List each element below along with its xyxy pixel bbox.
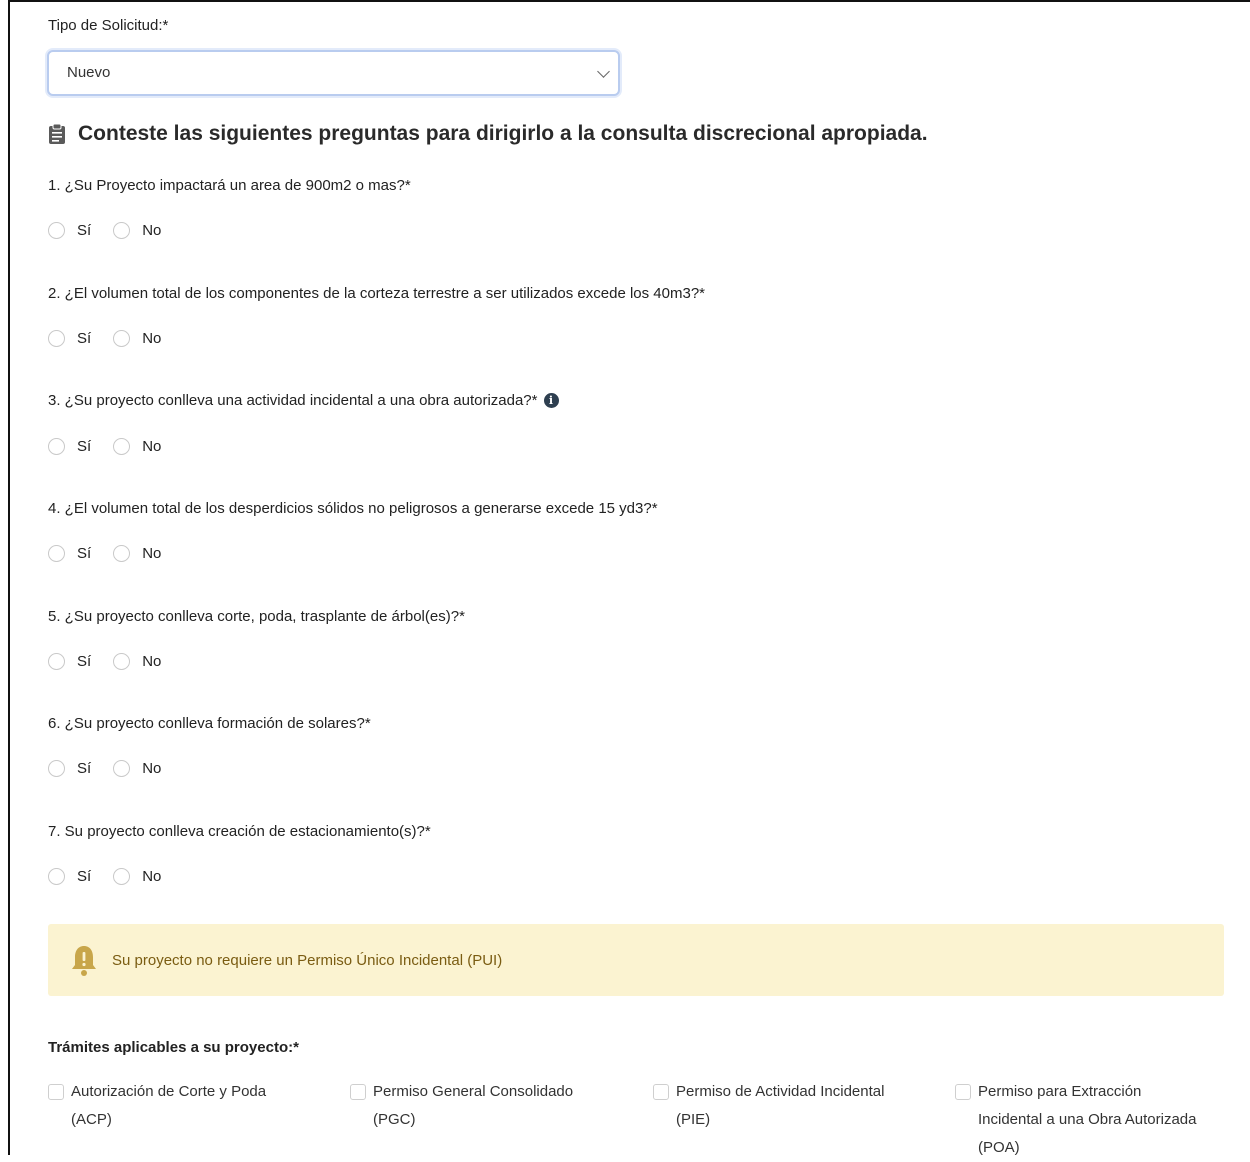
radio-label-no: No xyxy=(142,330,162,347)
question-2-no-radio[interactable]: No xyxy=(113,330,161,347)
question-1-yes-radio[interactable]: Sí xyxy=(48,222,91,239)
radio-button[interactable] xyxy=(48,545,65,562)
procedure-acp-checkbox[interactable]: Autorización de Corte y Poda (ACP) xyxy=(48,1078,308,1134)
radio-label-yes: Sí xyxy=(77,760,92,777)
question-2-yes-radio[interactable]: Sí xyxy=(48,330,91,347)
question-3: 3. ¿Su proyecto conlleva una actividad i… xyxy=(48,392,559,409)
radio-label-yes: Sí xyxy=(77,868,92,885)
question-4-no-radio[interactable]: No xyxy=(113,545,161,562)
radio-label-no: No xyxy=(142,868,162,885)
radio-label-no: No xyxy=(142,545,162,562)
question-5-options: Sí No xyxy=(48,653,183,670)
question-7: 7. Su proyecto conlleva creación de esta… xyxy=(48,823,431,840)
question-2-options: Sí No xyxy=(48,330,183,347)
question-5-text: 5. ¿Su proyecto conlleva corte, poda, tr… xyxy=(48,608,465,625)
question-6-options: Sí No xyxy=(48,760,183,777)
radio-button[interactable] xyxy=(113,330,131,347)
questions-heading-text: Conteste las siguientes preguntas para d… xyxy=(78,122,928,145)
radio-button[interactable] xyxy=(48,868,65,885)
question-6: 6. ¿Su proyecto conlleva formación de so… xyxy=(48,715,371,732)
bell-warning-icon xyxy=(72,946,96,976)
question-4-yes-radio[interactable]: Sí xyxy=(48,545,91,562)
clipboard-icon xyxy=(49,123,65,144)
radio-label-no: No xyxy=(142,438,162,455)
request-type-value: Nuevo xyxy=(67,64,111,81)
pui-alert-text: Su proyecto no requiere un Permiso Único… xyxy=(112,951,503,969)
question-5: 5. ¿Su proyecto conlleva corte, poda, tr… xyxy=(48,608,465,625)
procedures-title: Trámites aplicables a su proyecto:* xyxy=(48,1039,299,1056)
question-5-no-radio[interactable]: No xyxy=(113,653,161,670)
question-7-yes-radio[interactable]: Sí xyxy=(48,868,91,885)
question-4-options: Sí No xyxy=(48,545,183,562)
radio-button[interactable] xyxy=(48,222,65,239)
question-2: 2. ¿El volumen total de los componentes … xyxy=(48,285,705,302)
checkbox[interactable] xyxy=(653,1084,669,1100)
radio-label-yes: Sí xyxy=(77,222,92,239)
question-5-yes-radio[interactable]: Sí xyxy=(48,653,91,670)
question-3-text: 3. ¿Su proyecto conlleva una actividad i… xyxy=(48,392,538,409)
procedure-poa-checkbox[interactable]: Permiso para Extracción Incidental a una… xyxy=(955,1078,1205,1162)
radio-label-yes: Sí xyxy=(77,438,92,455)
questions-heading: Conteste las siguientes preguntas para d… xyxy=(48,118,928,150)
radio-label-yes: Sí xyxy=(77,545,92,562)
procedure-pie-label: Permiso de Actividad Incidental (PIE) xyxy=(676,1083,885,1128)
radio-label-yes: Sí xyxy=(77,330,92,347)
checkbox[interactable] xyxy=(48,1084,64,1100)
question-1-no-radio[interactable]: No xyxy=(113,222,161,239)
radio-button[interactable] xyxy=(48,438,65,455)
procedure-poa-label: Permiso para Extracción Incidental a una… xyxy=(978,1083,1197,1156)
question-3-yes-radio[interactable]: Sí xyxy=(48,438,91,455)
radio-button[interactable] xyxy=(113,868,131,885)
radio-button[interactable] xyxy=(113,222,131,239)
radio-label-no: No xyxy=(142,222,162,239)
info-icon[interactable]: i xyxy=(543,393,559,408)
radio-button[interactable] xyxy=(113,438,131,455)
question-3-no-radio[interactable]: No xyxy=(113,438,161,455)
question-2-text: 2. ¿El volumen total de los componentes … xyxy=(48,285,706,302)
radio-label-no: No xyxy=(142,653,162,670)
question-7-no-radio[interactable]: No xyxy=(113,868,161,885)
radio-button[interactable] xyxy=(48,330,65,347)
request-type-select[interactable]: Nuevo xyxy=(47,50,620,96)
question-4: 4. ¿El volumen total de los desperdicios… xyxy=(48,500,658,517)
question-1: 1. ¿Su Proyecto impactará un area de 900… xyxy=(48,177,411,194)
pui-alert: Su proyecto no requiere un Permiso Único… xyxy=(48,924,1224,996)
procedure-pgc-checkbox[interactable]: Permiso General Consolidado (PGC) xyxy=(350,1078,610,1134)
procedure-pie-checkbox[interactable]: Permiso de Actividad Incidental (PIE) xyxy=(653,1078,913,1134)
question-7-text: 7. Su proyecto conlleva creación de esta… xyxy=(48,823,431,840)
checkbox[interactable] xyxy=(955,1084,971,1100)
question-6-no-radio[interactable]: No xyxy=(113,760,161,777)
radio-button[interactable] xyxy=(113,545,131,562)
radio-button[interactable] xyxy=(113,760,131,777)
radio-button[interactable] xyxy=(48,760,65,777)
radio-label-yes: Sí xyxy=(77,653,92,670)
procedure-acp-label: Autorización de Corte y Poda (ACP) xyxy=(71,1083,267,1128)
question-6-text: 6. ¿Su proyecto conlleva formación de so… xyxy=(48,715,371,732)
radio-label-no: No xyxy=(142,760,162,777)
question-6-yes-radio[interactable]: Sí xyxy=(48,760,91,777)
procedure-pgc-label: Permiso General Consolidado (PGC) xyxy=(373,1083,574,1128)
checkbox[interactable] xyxy=(350,1084,366,1100)
question-4-text: 4. ¿El volumen total de los desperdicios… xyxy=(48,500,658,517)
chevron-down-icon xyxy=(597,65,610,78)
radio-button[interactable] xyxy=(113,653,131,670)
request-type-label: Tipo de Solicitud:* xyxy=(48,17,169,34)
question-1-options: Sí No xyxy=(48,222,183,239)
question-3-options: Sí No xyxy=(48,438,183,455)
radio-button[interactable] xyxy=(48,653,65,670)
question-7-options: Sí No xyxy=(48,868,183,885)
question-1-text: 1. ¿Su Proyecto impactará un area de 900… xyxy=(48,177,411,194)
